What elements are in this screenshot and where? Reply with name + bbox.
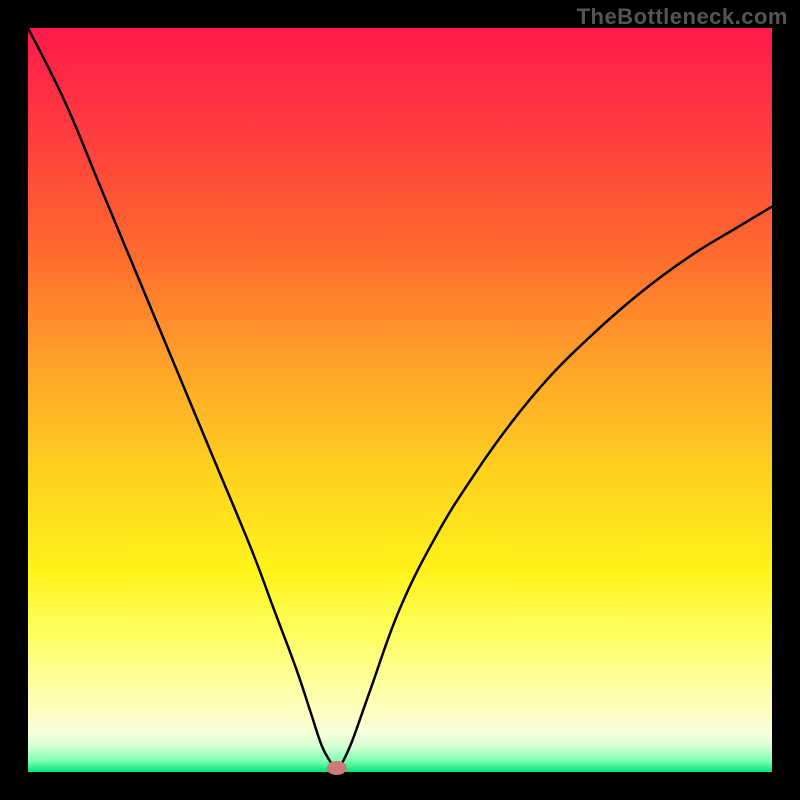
- bottleneck-chart: [0, 0, 800, 800]
- optimum-marker: [327, 761, 347, 775]
- plot-background: [28, 28, 772, 772]
- chart-frame: TheBottleneck.com: [0, 0, 800, 800]
